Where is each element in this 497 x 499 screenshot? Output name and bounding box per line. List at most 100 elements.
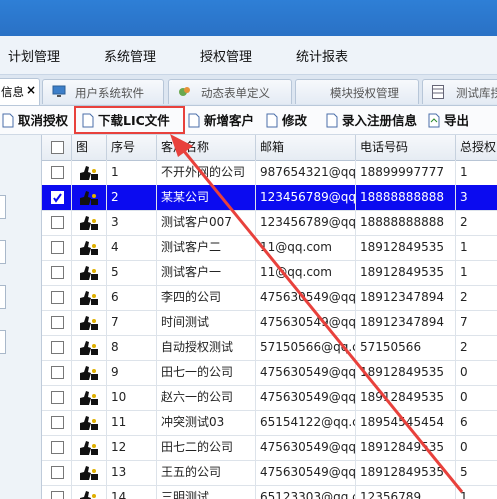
row-phone-cell[interactable]: 18912849535 bbox=[356, 235, 456, 260]
row-no-cell[interactable]: 8 bbox=[107, 335, 157, 360]
row-no-cell[interactable]: 3 bbox=[107, 210, 157, 235]
row-phone-cell[interactable]: 18912849535 bbox=[356, 385, 456, 410]
row-phone-cell[interactable]: 18912849535 bbox=[356, 260, 456, 285]
table-row[interactable]: 14三明测试65123303@qq.com123567891 bbox=[42, 485, 497, 499]
row-name-cell[interactable]: 测试客户一 bbox=[157, 260, 256, 285]
tab-dynamic-form[interactable]: 动态表单定义 bbox=[168, 79, 292, 104]
row-email-cell[interactable]: 11@qq.com bbox=[256, 260, 356, 285]
row-no-cell[interactable]: 1 bbox=[107, 160, 157, 185]
row-icon-cell[interactable] bbox=[72, 410, 107, 435]
row-total-cell[interactable]: 1 bbox=[456, 160, 497, 185]
menu-item-system[interactable]: 系统管理 bbox=[104, 46, 156, 65]
column-header-total[interactable]: 总授权 bbox=[456, 135, 497, 160]
row-checkbox[interactable] bbox=[51, 216, 64, 229]
row-name-cell[interactable]: 李四的公司 bbox=[157, 285, 256, 310]
row-icon-cell[interactable] bbox=[72, 310, 107, 335]
table-row[interactable]: 10赵六一的公司475630549@qq.com189128495350 bbox=[42, 385, 497, 411]
row-total-cell[interactable]: 1 bbox=[456, 235, 497, 260]
row-checkbox[interactable] bbox=[51, 466, 64, 479]
filter-field[interactable] bbox=[0, 195, 6, 219]
tab-user-software[interactable]: 用户系统软件 bbox=[42, 79, 164, 104]
row-email-cell[interactable]: 123456789@qq.com bbox=[256, 210, 356, 235]
row-email-cell[interactable]: 123456789@qq.com bbox=[256, 185, 356, 210]
row-name-cell[interactable]: 不开外网的公司 bbox=[157, 160, 256, 185]
table-row[interactable]: 1不开外网的公司987654321@qq.com188999977771 bbox=[42, 160, 497, 186]
column-header-no[interactable]: 序号 bbox=[107, 135, 157, 160]
row-checkbox[interactable] bbox=[51, 441, 64, 454]
table-row[interactable]: 4 测试客户二 11@qq.com 18912849535 1 bbox=[42, 235, 497, 261]
row-total-cell[interactable]: 0 bbox=[456, 435, 497, 460]
row-email-cell[interactable]: 987654321@qq.com bbox=[256, 160, 356, 185]
table-row[interactable]: 5 测试客户一 11@qq.com 18912849535 1 bbox=[42, 260, 497, 286]
row-name-cell[interactable]: 测试客户007 bbox=[157, 210, 256, 235]
import-registration-button[interactable]: 录入注册信息 bbox=[326, 110, 417, 130]
row-icon-cell[interactable] bbox=[72, 160, 107, 185]
row-email-cell[interactable]: 475630549@qq.com bbox=[256, 285, 356, 310]
row-total-cell[interactable]: 6 bbox=[456, 410, 497, 435]
row-no-cell[interactable]: 5 bbox=[107, 260, 157, 285]
row-total-cell[interactable]: 2 bbox=[456, 335, 497, 360]
table-row[interactable]: 2某某公司123456789@qq.com188888888883 bbox=[42, 185, 497, 211]
table-row[interactable]: 9田七一的公司475630549@qq.com189128495350 bbox=[42, 360, 497, 386]
row-email-cell[interactable]: 65154122@qq.com bbox=[256, 410, 356, 435]
column-header-email[interactable]: 邮箱 bbox=[256, 135, 356, 160]
row-icon-cell[interactable] bbox=[72, 235, 107, 260]
tab-module-license[interactable]: 模块授权管理 bbox=[295, 79, 419, 104]
filter-field[interactable] bbox=[0, 285, 6, 309]
row-name-cell[interactable]: 自动授权测试 bbox=[157, 335, 256, 360]
row-no-cell[interactable]: 14 bbox=[107, 485, 157, 499]
table-row[interactable]: 13王五的公司475630549@qq.com189128495355 bbox=[42, 460, 497, 486]
edit-button[interactable]: 修改 bbox=[266, 110, 307, 130]
menu-item-reports[interactable]: 统计报表 bbox=[296, 46, 348, 65]
row-email-cell[interactable]: 475630549@qq.com bbox=[256, 360, 356, 385]
new-customer-button[interactable]: 新增客户 bbox=[188, 110, 254, 130]
row-name-cell[interactable]: 某某公司 bbox=[157, 185, 256, 210]
table-row[interactable]: 12田七二的公司475630549@qq.com189128495350 bbox=[42, 435, 497, 461]
export-button[interactable]: 导出 bbox=[428, 110, 469, 130]
row-total-cell[interactable]: 5 bbox=[456, 460, 497, 485]
row-icon-cell[interactable] bbox=[72, 210, 107, 235]
row-name-cell[interactable]: 时间测试 bbox=[157, 310, 256, 335]
table-row[interactable]: 6李四的公司475630549@qq.com189123478942 bbox=[42, 285, 497, 311]
row-icon-cell[interactable] bbox=[72, 260, 107, 285]
row-total-cell[interactable]: 1 bbox=[456, 260, 497, 285]
row-name-cell[interactable]: 三明测试 bbox=[157, 485, 256, 499]
row-total-cell[interactable]: 2 bbox=[456, 210, 497, 235]
row-name-cell[interactable]: 冲突测试03 bbox=[157, 410, 256, 435]
row-checkbox[interactable] bbox=[51, 266, 64, 279]
row-phone-cell[interactable]: 18912347894 bbox=[356, 310, 456, 335]
row-no-cell[interactable]: 12 bbox=[107, 435, 157, 460]
row-checkbox[interactable] bbox=[51, 291, 64, 304]
row-total-cell[interactable]: 0 bbox=[456, 360, 497, 385]
column-header-phone[interactable]: 电话号码 bbox=[356, 135, 456, 160]
tab-info[interactable]: 信息 × bbox=[0, 78, 40, 105]
row-checkbox[interactable] bbox=[51, 191, 64, 204]
row-total-cell[interactable]: 2 bbox=[456, 285, 497, 310]
row-checkbox[interactable] bbox=[51, 366, 64, 379]
row-phone-cell[interactable]: 18888888888 bbox=[356, 185, 456, 210]
row-phone-cell[interactable]: 18912347894 bbox=[356, 285, 456, 310]
table-row[interactable]: 8自动授权测试57150566@qq.com571505662 bbox=[42, 335, 497, 361]
menu-item-license[interactable]: 授权管理 bbox=[200, 46, 252, 65]
row-no-cell[interactable]: 9 bbox=[107, 360, 157, 385]
row-no-cell[interactable]: 6 bbox=[107, 285, 157, 310]
row-no-cell[interactable]: 7 bbox=[107, 310, 157, 335]
table-row[interactable]: 11冲突测试0365154122@qq.com189545454546 bbox=[42, 410, 497, 436]
cancel-license-button[interactable]: 取消授权 bbox=[2, 110, 68, 130]
row-phone-cell[interactable]: 18954545454 bbox=[356, 410, 456, 435]
tab-test-db[interactable]: 测试库拐 bbox=[422, 79, 497, 104]
filter-field[interactable] bbox=[0, 240, 6, 264]
row-no-cell[interactable]: 13 bbox=[107, 460, 157, 485]
row-checkbox[interactable] bbox=[51, 416, 64, 429]
column-header-icon[interactable]: 图 bbox=[72, 135, 107, 160]
row-checkbox[interactable] bbox=[51, 316, 64, 329]
row-total-cell[interactable]: 1 bbox=[456, 485, 497, 499]
row-email-cell[interactable]: 57150566@qq.com bbox=[256, 335, 356, 360]
row-email-cell[interactable]: 475630549@qq.com bbox=[256, 385, 356, 410]
row-phone-cell[interactable]: 12356789 bbox=[356, 485, 456, 499]
row-checkbox[interactable] bbox=[51, 241, 64, 254]
row-icon-cell[interactable] bbox=[72, 285, 107, 310]
row-icon-cell[interactable] bbox=[72, 460, 107, 485]
row-name-cell[interactable]: 田七一的公司 bbox=[157, 360, 256, 385]
row-total-cell[interactable]: 0 bbox=[456, 385, 497, 410]
